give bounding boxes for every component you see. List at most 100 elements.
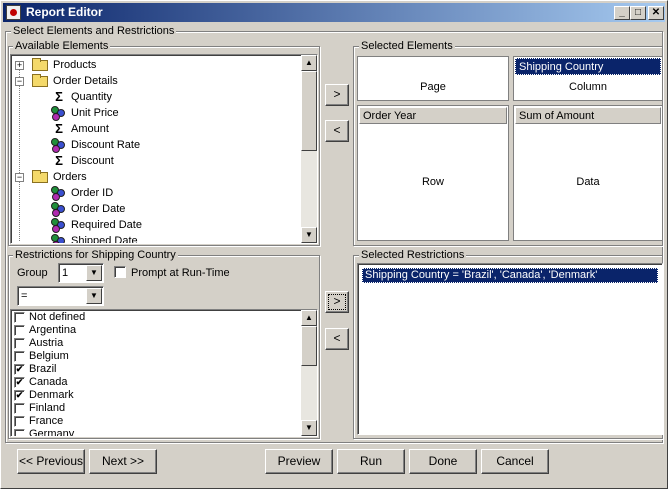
tree-item[interactable]: Unit Price xyxy=(11,105,301,121)
preview-button[interactable]: Preview xyxy=(265,449,333,474)
tree-item-label: Discount Rate xyxy=(71,139,141,151)
collapse-icon[interactable]: − xyxy=(15,173,24,182)
tree-item[interactable]: + Products xyxy=(11,57,301,73)
tree-item[interactable]: Σ Discount xyxy=(11,153,301,169)
value-checkbox[interactable]: ✔ xyxy=(14,364,25,375)
expand-icon[interactable]: + xyxy=(15,61,24,70)
scroll-thumb[interactable] xyxy=(301,326,317,366)
value-label: Canada xyxy=(29,376,68,388)
close-button[interactable]: ✕ xyxy=(648,6,664,20)
group-select[interactable]: 1 ▼ xyxy=(58,263,104,283)
value-checkbox[interactable] xyxy=(14,429,25,436)
value-checkbox[interactable] xyxy=(14,351,25,362)
scroll-thumb[interactable] xyxy=(301,71,317,151)
chevron-down-icon[interactable]: ▼ xyxy=(86,265,102,281)
run-button[interactable]: Run xyxy=(337,449,405,474)
window-title: Report Editor xyxy=(26,5,103,19)
dimension-icon xyxy=(51,218,67,233)
column-header-item[interactable]: Shipping Country xyxy=(515,58,661,75)
prompt-at-runtime-checkbox[interactable] xyxy=(114,266,126,278)
next-button[interactable]: Next >> xyxy=(89,449,157,474)
value-label: Denmark xyxy=(29,389,74,401)
scroll-down-icon[interactable]: ▼ xyxy=(301,227,317,243)
tree-item[interactable]: Shipped Date xyxy=(11,233,301,243)
value-checkbox[interactable] xyxy=(14,312,25,323)
remove-element-button[interactable]: < xyxy=(325,120,349,142)
vertical-scrollbar[interactable]: ▲ ▼ xyxy=(301,310,317,436)
cancel-button[interactable]: Cancel xyxy=(481,449,549,474)
operator-select-value: = xyxy=(21,290,28,302)
value-checkbox[interactable] xyxy=(14,325,25,336)
title-bar[interactable]: Report Editor _ □ ✕ xyxy=(3,3,665,22)
tree-item-label: Order ID xyxy=(71,187,114,199)
group-label: Group xyxy=(17,267,48,279)
scroll-up-icon[interactable]: ▲ xyxy=(301,55,317,71)
dimension-icon xyxy=(51,186,67,201)
sigma-icon: Σ xyxy=(55,121,63,136)
data-header-item[interactable]: Sum of Amount xyxy=(515,107,661,124)
row-zone-label: Row xyxy=(421,176,444,188)
value-label: Finland xyxy=(29,402,66,414)
tree-item[interactable]: Σ Amount xyxy=(11,121,301,137)
tree-item[interactable]: − Order Details xyxy=(11,73,301,89)
collapse-icon[interactable]: − xyxy=(15,77,24,86)
operator-select[interactable]: = ▼ xyxy=(17,286,104,306)
page-zone-label: Page xyxy=(420,81,446,93)
value-checkbox[interactable] xyxy=(14,338,25,349)
dimension-icon xyxy=(51,138,67,153)
tree-item[interactable]: Order ID xyxy=(11,185,301,201)
folder-icon xyxy=(32,58,48,71)
add-restriction-button[interactable]: > xyxy=(325,291,349,313)
tree-item-label: Order Details xyxy=(53,75,118,87)
tree-item-label: Unit Price xyxy=(71,107,119,119)
tree-item[interactable]: Discount Rate xyxy=(11,137,301,153)
tree-item-label: Amount xyxy=(71,123,109,135)
previous-button[interactable]: << Previous xyxy=(17,449,85,474)
scroll-up-icon[interactable]: ▲ xyxy=(301,310,317,326)
dimension-icon xyxy=(51,106,67,121)
available-elements-label: Available Elements xyxy=(13,40,111,52)
done-button[interactable]: Done xyxy=(409,449,477,474)
value-checkbox[interactable] xyxy=(14,416,25,427)
app-icon[interactable] xyxy=(6,5,21,20)
add-element-button[interactable]: > xyxy=(325,84,349,106)
value-label: Not defined xyxy=(29,311,86,323)
value-label: Belgium xyxy=(29,350,69,362)
dimension-icon xyxy=(51,202,67,217)
dimension-icon xyxy=(51,234,67,243)
vertical-scrollbar[interactable]: ▲ ▼ xyxy=(301,55,317,243)
selected-restrictions-list[interactable]: Shipping Country = 'Brazil', 'Canada', '… xyxy=(357,263,663,435)
tree-item-label: Quantity xyxy=(71,91,112,103)
chevron-down-icon[interactable]: ▼ xyxy=(86,288,102,304)
minimize-button[interactable]: _ xyxy=(614,6,630,20)
available-elements-tree[interactable]: + Products − Order Details Σ Quantity Unit Pri… xyxy=(10,54,318,244)
value-checkbox[interactable] xyxy=(14,403,25,414)
row-drop-zone[interactable]: Order Year Row xyxy=(357,105,509,241)
data-zone-label: Data xyxy=(576,176,600,188)
tree-item[interactable]: Σ Quantity xyxy=(11,89,301,105)
sigma-icon: Σ xyxy=(55,153,63,168)
tree-item[interactable]: Order Date xyxy=(11,201,301,217)
column-drop-zone[interactable]: Shipping Country Column xyxy=(513,56,663,101)
tree-item-label: Required Date xyxy=(71,219,142,231)
tree-item[interactable]: − Orders xyxy=(11,169,301,185)
tree-item[interactable]: Required Date xyxy=(11,217,301,233)
value-label: Brazil xyxy=(29,363,57,375)
restriction-values-list[interactable]: Not defined Argentina Austria Belgium ✔ Brazi… xyxy=(10,309,318,437)
folder-icon xyxy=(32,74,48,87)
restriction-item[interactable]: Shipping Country = 'Brazil', 'Canada', '… xyxy=(362,268,658,283)
maximize-button[interactable]: □ xyxy=(630,6,646,20)
tree-item-label: Orders xyxy=(53,171,87,183)
column-zone-label: Column xyxy=(569,81,607,93)
row-header-item[interactable]: Order Year xyxy=(359,107,507,124)
remove-restriction-button[interactable]: < xyxy=(325,328,349,350)
value-checkbox[interactable]: ✔ xyxy=(14,390,25,401)
value-label: Austria xyxy=(29,337,64,349)
scroll-down-icon[interactable]: ▼ xyxy=(301,420,317,436)
prompt-at-runtime-label: Prompt at Run-Time xyxy=(131,267,230,279)
data-drop-zone[interactable]: Sum of Amount Data xyxy=(513,105,663,241)
group-select-value: 1 xyxy=(62,267,69,279)
value-checkbox[interactable]: ✔ xyxy=(14,377,25,388)
tree-item-label: Products xyxy=(53,59,97,71)
page-drop-zone[interactable]: Page xyxy=(357,56,509,101)
